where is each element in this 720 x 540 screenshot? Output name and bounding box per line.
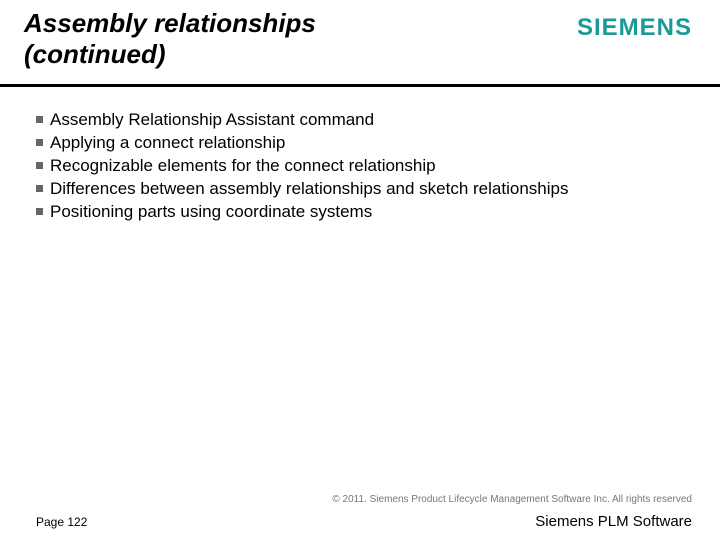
list-item: Recognizable elements for the connect re… xyxy=(36,155,690,178)
list-item: Differences between assembly relationshi… xyxy=(36,178,690,201)
list-item: Assembly Relationship Assistant command xyxy=(36,109,690,132)
slide-title: Assembly relationships (continued) xyxy=(24,8,464,70)
slide-body: Assembly Relationship Assistant command … xyxy=(0,87,720,224)
list-item: Positioning parts using coordinate syste… xyxy=(36,201,690,224)
plm-software-text: Siemens PLM Software xyxy=(535,513,692,530)
slide-header: Assembly relationships (continued) SIEME… xyxy=(0,0,720,87)
siemens-logo: SIEMENS xyxy=(577,14,692,42)
list-item: Applying a connect relationship xyxy=(36,132,690,155)
footer-row: Page 122 Siemens PLM Software xyxy=(36,513,692,530)
copyright-text: © 2011. Siemens Product Lifecycle Manage… xyxy=(36,494,692,505)
page-number: Page 122 xyxy=(36,515,87,529)
slide-footer: © 2011. Siemens Product Lifecycle Manage… xyxy=(0,494,720,530)
bullet-list: Assembly Relationship Assistant command … xyxy=(36,109,690,224)
slide: Assembly relationships (continued) SIEME… xyxy=(0,0,720,540)
